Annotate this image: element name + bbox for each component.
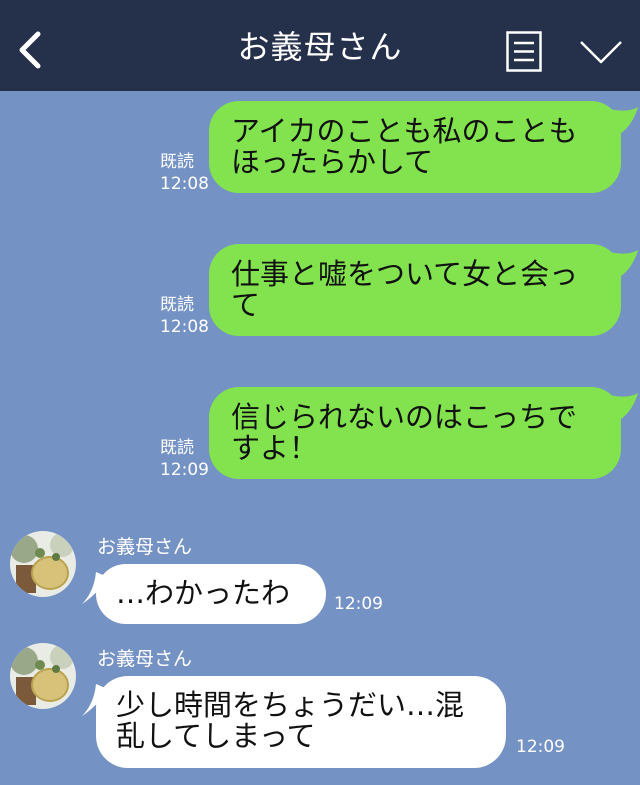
- message-meta: 既読 12:09: [160, 437, 209, 481]
- bubble-tail: [610, 107, 638, 135]
- sender-name: お義母さん: [97, 648, 193, 670]
- sender-name: お義母さん: [97, 536, 193, 558]
- message-bubble[interactable]: 信じられないのはこっちですよ！: [209, 387, 621, 479]
- read-receipt: 既読: [160, 152, 194, 172]
- message-bubble[interactable]: 少し時間をちょうだい…混乱してしまって: [96, 676, 506, 768]
- bubble-tail: [610, 250, 638, 278]
- message-bubble[interactable]: …わかったわ: [96, 564, 326, 624]
- chat-title: お義母さん: [237, 28, 403, 66]
- message-time: 12:09: [334, 594, 383, 614]
- read-receipt: 既読: [160, 295, 194, 315]
- avatar[interactable]: [10, 531, 76, 597]
- read-receipt: 既読: [160, 438, 194, 458]
- avatar-photo: [10, 643, 76, 709]
- chevron-down-icon[interactable]: [578, 38, 624, 66]
- message-time: 12:09: [160, 460, 209, 480]
- chat-header: お義母さん: [0, 0, 640, 91]
- avatar[interactable]: [10, 643, 76, 709]
- bubble-tail: [610, 393, 638, 421]
- message-bubble[interactable]: アイカのことも私のこともほったらかして: [209, 101, 621, 193]
- message-meta: 既読 12:08: [160, 294, 209, 338]
- message-time: 12:09: [516, 737, 565, 757]
- message-time: 12:08: [160, 317, 209, 337]
- message-time: 12:08: [160, 174, 209, 194]
- message-meta: 既読 12:08: [160, 151, 209, 195]
- message-bubble[interactable]: 仕事と嘘をついて女と会って: [209, 244, 621, 336]
- menu-icon[interactable]: [506, 31, 542, 72]
- avatar-photo: [10, 531, 76, 597]
